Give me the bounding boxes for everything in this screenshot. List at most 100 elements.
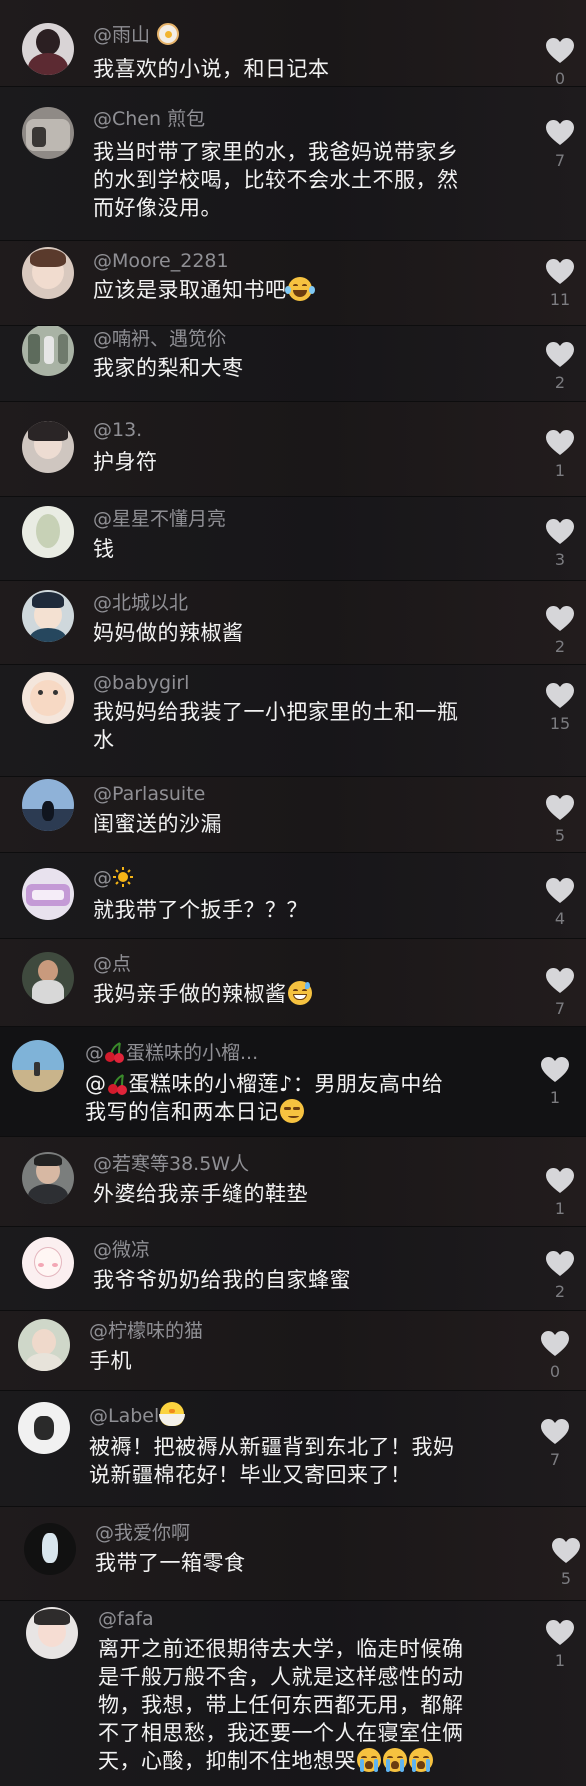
heart-icon bbox=[541, 1419, 569, 1444]
like-button[interactable]: 7 bbox=[537, 967, 583, 1020]
comment-feed[interactable]: @雨山 我喜欢的小说，和日记本 0 @Chen 煎包 我当时带了家里的水，我爸妈… bbox=[0, 0, 586, 1786]
comment-item: @Chen 煎包 我当时带了家里的水，我爸妈说带家乡 的水到学校喝，比较不会水土… bbox=[0, 86, 586, 240]
like-count: 5 bbox=[560, 1569, 572, 1588]
avatar[interactable] bbox=[22, 1152, 74, 1204]
comment-text: 我写的信和两本日记 bbox=[85, 1098, 305, 1126]
like-count: 2 bbox=[554, 637, 566, 656]
like-count: 0 bbox=[549, 1362, 561, 1381]
like-button[interactable]: 4 bbox=[537, 877, 583, 930]
like-button[interactable]: 5 bbox=[537, 794, 583, 847]
comment-item: @若寒等38.5W人 外婆给我亲手缝的鞋垫 1 bbox=[0, 1136, 586, 1226]
avatar[interactable] bbox=[18, 1319, 70, 1371]
comment-text: 我家的梨和大枣 bbox=[93, 356, 244, 380]
comment-item: @我爱你啊 我带了一箱零食 5 bbox=[0, 1506, 586, 1600]
comment-username[interactable]: @喃袇、遇笕伱 bbox=[93, 327, 226, 351]
like-button[interactable]: 0 bbox=[532, 1330, 578, 1383]
avatar[interactable] bbox=[22, 23, 74, 75]
avatar[interactable] bbox=[22, 672, 74, 724]
heart-icon bbox=[546, 606, 574, 631]
avatar[interactable] bbox=[22, 506, 74, 558]
like-button[interactable]: 0 bbox=[537, 37, 583, 86]
heart-icon bbox=[546, 1620, 574, 1645]
comment-username[interactable]: @fafa bbox=[98, 1607, 154, 1631]
comment-item: @点 我妈亲手做的辣椒酱 7 bbox=[0, 938, 586, 1026]
comment-text: 我爷爷奶奶给我的自家蜂蜜 bbox=[93, 1268, 351, 1292]
comment-username[interactable]: @点 bbox=[93, 952, 131, 976]
comment-text: 说新疆棉花好！毕业又寄回来了！ bbox=[89, 1463, 412, 1487]
comment-text: 就我带了个扳手？？？ bbox=[93, 898, 308, 922]
avatar[interactable] bbox=[22, 326, 74, 376]
comment-text: 的水到学校喝，比较不会水土不服，然 bbox=[93, 168, 459, 192]
avatar[interactable] bbox=[24, 1523, 76, 1575]
comment-username[interactable]: @13. bbox=[93, 418, 142, 442]
avatar[interactable] bbox=[22, 247, 74, 299]
like-button[interactable]: 7 bbox=[537, 119, 583, 172]
avatar[interactable] bbox=[26, 1607, 78, 1659]
like-button[interactable]: 1 bbox=[537, 429, 583, 482]
like-count: 7 bbox=[554, 999, 566, 1018]
comment-username[interactable]: @Moore_2281 bbox=[93, 249, 229, 273]
like-button[interactable]: 2 bbox=[537, 605, 583, 658]
like-button[interactable]: 1 bbox=[537, 1619, 583, 1672]
comment-username[interactable]: @babygirl bbox=[93, 671, 189, 695]
heart-icon bbox=[541, 1057, 569, 1082]
avatar[interactable] bbox=[22, 779, 74, 831]
heart-icon bbox=[546, 878, 574, 903]
like-count: 1 bbox=[554, 1199, 566, 1218]
heart-icon bbox=[546, 430, 574, 455]
face-with-tears-of-joy-emoji bbox=[284, 277, 315, 301]
avatar[interactable] bbox=[22, 868, 74, 920]
loudly-crying-face-emoji bbox=[409, 1748, 433, 1772]
like-count: 2 bbox=[554, 1282, 566, 1301]
heart-icon bbox=[546, 968, 574, 993]
comment-username[interactable]: @星星不懂月亮 bbox=[93, 507, 226, 531]
comment-item: @雨山 我喜欢的小说，和日记本 0 bbox=[0, 0, 586, 86]
heart-icon bbox=[546, 795, 574, 820]
comment-text: 护身符 bbox=[93, 450, 158, 474]
comment-item: @北城以北 妈妈做的辣椒酱 2 bbox=[0, 580, 586, 664]
like-button[interactable]: 1 bbox=[537, 1167, 583, 1220]
comment-username[interactable]: @微凉 bbox=[93, 1238, 150, 1262]
comment-item: @柠檬味的猫 手机 0 bbox=[0, 1310, 586, 1390]
loudly-crying-face-emoji bbox=[357, 1748, 381, 1772]
comment-text: 我带了一箱零食 bbox=[95, 1551, 246, 1575]
comment-username[interactable]: @若寒等38.5W人 bbox=[93, 1152, 249, 1176]
comment-text: 被褥！把被褥从新疆背到东北了！我妈 bbox=[89, 1435, 455, 1459]
avatar[interactable] bbox=[22, 590, 74, 642]
like-button[interactable]: 2 bbox=[537, 1250, 583, 1303]
like-button[interactable]: 15 bbox=[537, 682, 583, 735]
avatar[interactable] bbox=[22, 1237, 74, 1289]
comment-username[interactable]: @Label bbox=[89, 1402, 186, 1428]
like-count: 2 bbox=[554, 373, 566, 392]
heart-icon bbox=[546, 1168, 574, 1193]
like-button[interactable]: 2 bbox=[537, 341, 583, 394]
comment-username[interactable]: @Chen 煎包 bbox=[93, 107, 205, 131]
comment-username[interactable]: @ bbox=[93, 866, 134, 890]
avatar[interactable] bbox=[18, 1402, 70, 1454]
heart-icon bbox=[546, 38, 574, 63]
comment-item: @ 蛋糕味的小榴... @ 蛋糕味的小榴莲♪：男朋友高中给 我写的信和两本日记 1 bbox=[0, 1026, 586, 1136]
comment-username[interactable]: @雨山 bbox=[93, 23, 180, 47]
comment-username[interactable]: @我爱你啊 bbox=[95, 1521, 190, 1545]
like-button[interactable]: 3 bbox=[537, 518, 583, 571]
avatar[interactable] bbox=[22, 107, 74, 159]
like-button[interactable]: 11 bbox=[537, 258, 583, 311]
like-button[interactable]: 1 bbox=[532, 1056, 578, 1109]
like-button[interactable]: 7 bbox=[532, 1418, 578, 1471]
comment-text: 而好像没用。 bbox=[93, 196, 222, 220]
comment-username[interactable]: @北城以北 bbox=[93, 591, 188, 615]
heart-icon bbox=[546, 120, 574, 145]
comment-text: 我当时带了家里的水，我爸妈说带家乡 bbox=[93, 140, 459, 164]
like-count: 4 bbox=[554, 909, 566, 928]
comment-text: 物，我想，带上任何东西都无用，都解 bbox=[98, 1693, 464, 1717]
comment-item: @Parlasuite 闺蜜送的沙漏 5 bbox=[0, 776, 586, 852]
comment-username[interactable]: @柠檬味的猫 bbox=[89, 1319, 203, 1343]
avatar[interactable] bbox=[22, 421, 74, 473]
like-button[interactable]: 5 bbox=[543, 1537, 586, 1590]
avatar[interactable] bbox=[22, 952, 74, 1004]
comment-username[interactable]: @ 蛋糕味的小榴... bbox=[85, 1041, 258, 1065]
comment-text: 我妈亲手做的辣椒酱 bbox=[93, 980, 313, 1008]
comment-username[interactable]: @Parlasuite bbox=[93, 782, 205, 806]
smirking-face-emoji bbox=[279, 1099, 304, 1123]
avatar[interactable] bbox=[12, 1040, 64, 1092]
